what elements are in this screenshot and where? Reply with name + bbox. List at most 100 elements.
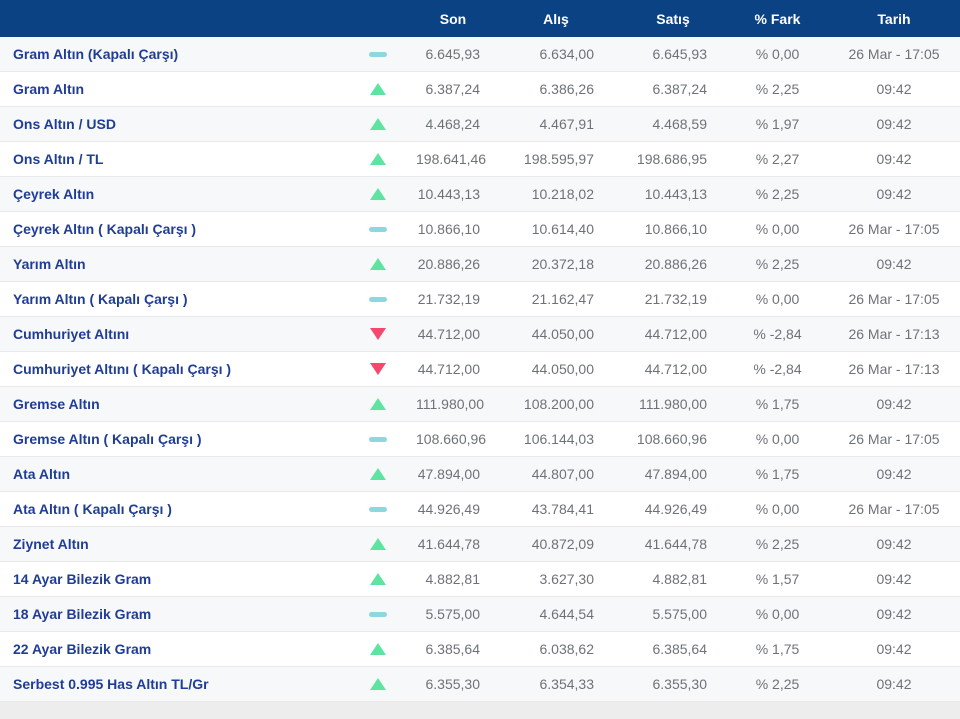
- alis-value: 106.144,03: [523, 431, 594, 447]
- son-value: 44.926,49: [417, 501, 480, 517]
- gold-prices-page: Son Alış Satış % Fark Tarih Gram Altın (…: [0, 0, 960, 719]
- table-row[interactable]: Ata Altın 47.894,00 44.807,00 47.894,00 …: [0, 457, 960, 492]
- son-value: 198.641,46: [416, 151, 487, 167]
- satis-value: 41.644,78: [644, 536, 707, 552]
- trend-cell: [340, 468, 416, 480]
- trend-cell: [340, 611, 416, 617]
- fark-value: % 1,75: [755, 466, 800, 482]
- table-row[interactable]: Yarım Altın ( Kapalı Çarşı ) 21.732,19 2…: [0, 282, 960, 317]
- instrument-name-link[interactable]: Ata Altın ( Kapalı Çarşı ): [0, 501, 340, 517]
- table-row[interactable]: Serbest 0.995 Has Altın TL/Gr 6.355,30 6…: [0, 667, 960, 702]
- fark-value: % -2,84: [753, 361, 802, 377]
- trend-cell: [340, 328, 416, 340]
- son-value: 10.443,13: [417, 186, 480, 202]
- alis-value: 43.784,41: [531, 501, 594, 517]
- instrument-name-link[interactable]: Cumhuriyet Altını: [0, 326, 340, 342]
- table-row[interactable]: Gram Altın 6.387,24 6.386,26 6.387,24 % …: [0, 72, 960, 107]
- instrument-name-link[interactable]: Serbest 0.995 Has Altın TL/Gr: [0, 676, 340, 692]
- trend-up-icon: [370, 678, 386, 690]
- instrument-name-link[interactable]: 14 Ayar Bilezik Gram: [0, 571, 340, 587]
- table-row[interactable]: Gremse Altın 111.980,00 108.200,00 111.9…: [0, 387, 960, 422]
- trend-up-icon: [370, 538, 386, 550]
- instrument-name-link[interactable]: Çeyrek Altın ( Kapalı Çarşı ): [0, 221, 340, 237]
- instrument-name-link[interactable]: Gremse Altın: [0, 396, 340, 412]
- satis-value: 10.443,13: [644, 186, 707, 202]
- instrument-name-link[interactable]: Gram Altın: [0, 81, 340, 97]
- son-value: 44.712,00: [417, 361, 480, 377]
- fark-value: % 0,00: [755, 221, 800, 237]
- fark-value: % 2,25: [755, 676, 800, 692]
- son-value: 6.645,93: [425, 46, 481, 62]
- table-row[interactable]: Cumhuriyet Altını 44.712,00 44.050,00 44…: [0, 317, 960, 352]
- trend-up-icon: [370, 398, 386, 410]
- trend-cell: [340, 226, 416, 232]
- fark-value: % 2,25: [755, 536, 800, 552]
- trend-cell: [340, 678, 416, 690]
- instrument-name-link[interactable]: 18 Ayar Bilezik Gram: [0, 606, 340, 622]
- table-row[interactable]: Gremse Altın ( Kapalı Çarşı ) 108.660,96…: [0, 422, 960, 457]
- satis-value: 111.980,00: [639, 396, 707, 412]
- table-row[interactable]: Ata Altın ( Kapalı Çarşı ) 44.926,49 43.…: [0, 492, 960, 527]
- trend-up-icon: [370, 153, 386, 165]
- table-row[interactable]: Ons Altın / TL 198.641,46 198.595,97 198…: [0, 142, 960, 177]
- fark-value: % 0,00: [755, 606, 800, 622]
- son-value: 21.732,19: [417, 291, 480, 307]
- son-value: 20.886,26: [417, 256, 480, 272]
- tarih-value: 26 Mar - 17:13: [848, 361, 940, 377]
- table-row[interactable]: Çeyrek Altın ( Kapalı Çarşı ) 10.866,10 …: [0, 212, 960, 247]
- table-row[interactable]: Cumhuriyet Altını ( Kapalı Çarşı ) 44.71…: [0, 352, 960, 387]
- son-value: 10.866,10: [417, 221, 480, 237]
- table-row[interactable]: 18 Ayar Bilezik Gram 5.575,00 4.644,54 5…: [0, 597, 960, 632]
- instrument-name-link[interactable]: Ata Altın: [0, 466, 340, 482]
- alis-value: 6.634,00: [539, 46, 595, 62]
- tarih-value: 26 Mar - 17:05: [848, 291, 940, 307]
- satis-value: 198.686,95: [636, 151, 707, 167]
- instrument-name-link[interactable]: Yarım Altın ( Kapalı Çarşı ): [0, 291, 340, 307]
- table-row[interactable]: Ziynet Altın 41.644,78 40.872,09 41.644,…: [0, 527, 960, 562]
- satis-value: 47.894,00: [644, 466, 707, 482]
- alis-value: 10.614,40: [531, 221, 594, 237]
- trend-cell: [340, 188, 416, 200]
- satis-value: 20.886,26: [644, 256, 707, 272]
- alis-value: 108.200,00: [523, 396, 594, 412]
- fark-value: % 2,27: [755, 151, 800, 167]
- table-row[interactable]: Yarım Altın 20.886,26 20.372,18 20.886,2…: [0, 247, 960, 282]
- tarih-value: 26 Mar - 17:13: [848, 326, 940, 342]
- satis-value: 44.926,49: [644, 501, 707, 517]
- tarih-value: 09:42: [876, 256, 912, 272]
- fark-value: % 0,00: [755, 431, 800, 447]
- table-row[interactable]: Ons Altın / USD 4.468,24 4.467,91 4.468,…: [0, 107, 960, 142]
- alis-value: 10.218,02: [531, 186, 594, 202]
- instrument-name-link[interactable]: Gram Altın (Kapalı Çarşı): [0, 46, 340, 62]
- table-header: Son Alış Satış % Fark Tarih: [0, 0, 960, 37]
- trend-up-icon: [370, 643, 386, 655]
- trend-flat-icon: [369, 611, 387, 617]
- son-value: 4.468,24: [425, 116, 481, 132]
- table-row[interactable]: Gram Altın (Kapalı Çarşı) 6.645,93 6.634…: [0, 37, 960, 72]
- instrument-name-link[interactable]: Çeyrek Altın: [0, 186, 340, 202]
- son-value: 6.387,24: [425, 81, 481, 97]
- son-value: 47.894,00: [417, 466, 480, 482]
- instrument-name-link[interactable]: Ons Altın / USD: [0, 116, 340, 132]
- instrument-name-link[interactable]: Gremse Altın ( Kapalı Çarşı ): [0, 431, 340, 447]
- tarih-value: 09:42: [876, 81, 912, 97]
- footer-strip: [0, 702, 960, 719]
- son-value: 41.644,78: [417, 536, 480, 552]
- instrument-name-link[interactable]: 22 Ayar Bilezik Gram: [0, 641, 340, 657]
- column-header-son: Son: [439, 10, 467, 27]
- trend-flat-icon: [369, 436, 387, 442]
- instrument-name-link[interactable]: Cumhuriyet Altını ( Kapalı Çarşı ): [0, 361, 340, 377]
- tarih-value: 26 Mar - 17:05: [848, 46, 940, 62]
- trend-cell: [340, 398, 416, 410]
- table-row[interactable]: Çeyrek Altın 10.443,13 10.218,02 10.443,…: [0, 177, 960, 212]
- tarih-value: 09:42: [876, 606, 912, 622]
- fark-value: % 1,97: [755, 116, 800, 132]
- instrument-name-link[interactable]: Ziynet Altın: [0, 536, 340, 552]
- table-row[interactable]: 14 Ayar Bilezik Gram 4.882,81 3.627,30 4…: [0, 562, 960, 597]
- satis-value: 10.866,10: [644, 221, 707, 237]
- instrument-name-link[interactable]: Yarım Altın: [0, 256, 340, 272]
- instrument-name-link[interactable]: Ons Altın / TL: [0, 151, 340, 167]
- table-row[interactable]: 22 Ayar Bilezik Gram 6.385,64 6.038,62 6…: [0, 632, 960, 667]
- alis-value: 40.872,09: [531, 536, 594, 552]
- tarih-value: 26 Mar - 17:05: [848, 501, 940, 517]
